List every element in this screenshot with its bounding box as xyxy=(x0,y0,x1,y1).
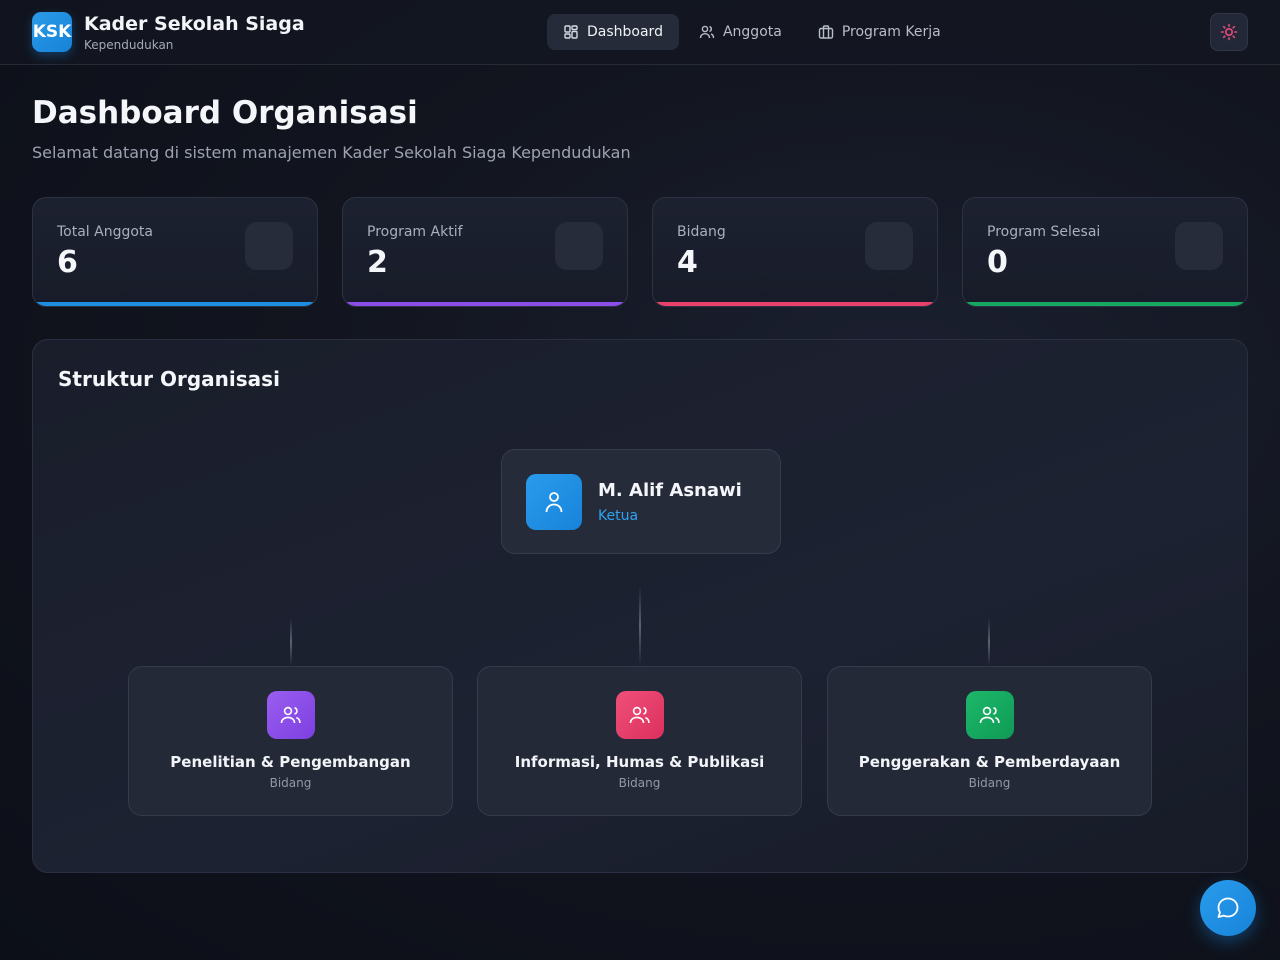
connector-line xyxy=(639,586,641,666)
department-type: Bidang xyxy=(968,776,1011,790)
stat-card-program-selesai: Program Selesai 0 xyxy=(962,197,1248,307)
stat-icon-placeholder xyxy=(245,222,293,270)
department-card-penggerakan[interactable]: Penggerakan & Pemberdayaan Bidang xyxy=(827,666,1152,816)
users-icon xyxy=(615,691,664,739)
main-nav: Dashboard Anggota Program Kerja xyxy=(547,14,957,50)
department-type: Bidang xyxy=(618,776,661,790)
department-name: Penggerakan & Pemberdayaan xyxy=(858,753,1121,771)
connector-line xyxy=(290,618,292,666)
page-subtitle: Selamat datang di sistem manajemen Kader… xyxy=(32,143,631,162)
stat-card-bidang: Bidang 4 xyxy=(652,197,938,307)
users-icon xyxy=(699,25,715,39)
stat-icon-placeholder xyxy=(555,222,603,270)
users-icon xyxy=(266,691,315,739)
stat-label: Program Aktif xyxy=(367,224,463,240)
nav-dashboard[interactable]: Dashboard xyxy=(547,14,679,50)
page-title: Dashboard Organisasi xyxy=(32,95,418,131)
stat-accent-bar xyxy=(963,302,1247,306)
leader-card[interactable]: M. Alif Asnawi Ketua xyxy=(501,449,781,554)
nav-program-kerja-label: Program Kerja xyxy=(841,24,941,40)
brand-subtitle: Kependudukan xyxy=(84,37,174,52)
department-card-informasi[interactable]: Informasi, Humas & Publikasi Bidang xyxy=(477,666,802,816)
nav-program-kerja[interactable]: Program Kerja xyxy=(802,14,957,50)
connector-line xyxy=(988,618,990,666)
sun-icon xyxy=(1220,23,1238,41)
brand[interactable]: KSK Kader Sekolah Siaga Kependudukan xyxy=(32,12,305,52)
stat-value: 0 xyxy=(987,245,1008,280)
stat-value: 6 xyxy=(57,245,78,280)
brand-logo: KSK xyxy=(32,12,72,52)
department-card-penelitian[interactable]: Penelitian & Pengembangan Bidang xyxy=(128,666,453,816)
stat-value: 4 xyxy=(677,245,698,280)
leader-name: M. Alif Asnawi xyxy=(598,480,742,501)
dashboard-grid-icon xyxy=(564,25,578,39)
theme-toggle-button[interactable] xyxy=(1210,13,1248,51)
department-name: Informasi, Humas & Publikasi xyxy=(514,753,765,771)
stat-card-program-aktif: Program Aktif 2 xyxy=(342,197,628,307)
nav-dashboard-label: Dashboard xyxy=(587,24,663,40)
stat-accent-bar xyxy=(343,302,627,306)
user-icon xyxy=(526,474,582,530)
nav-anggota[interactable]: Anggota xyxy=(683,14,798,50)
stat-accent-bar xyxy=(33,302,317,306)
top-navbar: KSK Kader Sekolah Siaga Kependudukan Das… xyxy=(0,0,1280,65)
stat-label: Bidang xyxy=(677,224,726,240)
stats-row: Total Anggota 6 Program Aktif 2 Bidang 4… xyxy=(32,197,1248,307)
stat-accent-bar xyxy=(653,302,937,306)
department-name: Penelitian & Pengembangan xyxy=(170,753,411,771)
org-structure-title: Struktur Organisasi xyxy=(58,367,280,391)
chat-button[interactable] xyxy=(1200,880,1256,936)
stat-icon-placeholder xyxy=(1175,222,1223,270)
briefcase-icon xyxy=(818,25,834,39)
users-icon xyxy=(965,691,1014,739)
org-structure-panel: Struktur Organisasi M. Alif Asnawi Ketua… xyxy=(32,339,1248,873)
stat-icon-placeholder xyxy=(865,222,913,270)
stat-card-total-anggota: Total Anggota 6 xyxy=(32,197,318,307)
department-type: Bidang xyxy=(269,776,312,790)
brand-title: Kader Sekolah Siaga xyxy=(84,12,305,35)
nav-anggota-label: Anggota xyxy=(722,24,782,40)
stat-label: Total Anggota xyxy=(57,224,154,240)
stat-label: Program Selesai xyxy=(987,224,1101,240)
chat-bubble-icon xyxy=(1217,897,1239,918)
leader-role: Ketua xyxy=(598,508,639,524)
stat-value: 2 xyxy=(367,245,388,280)
